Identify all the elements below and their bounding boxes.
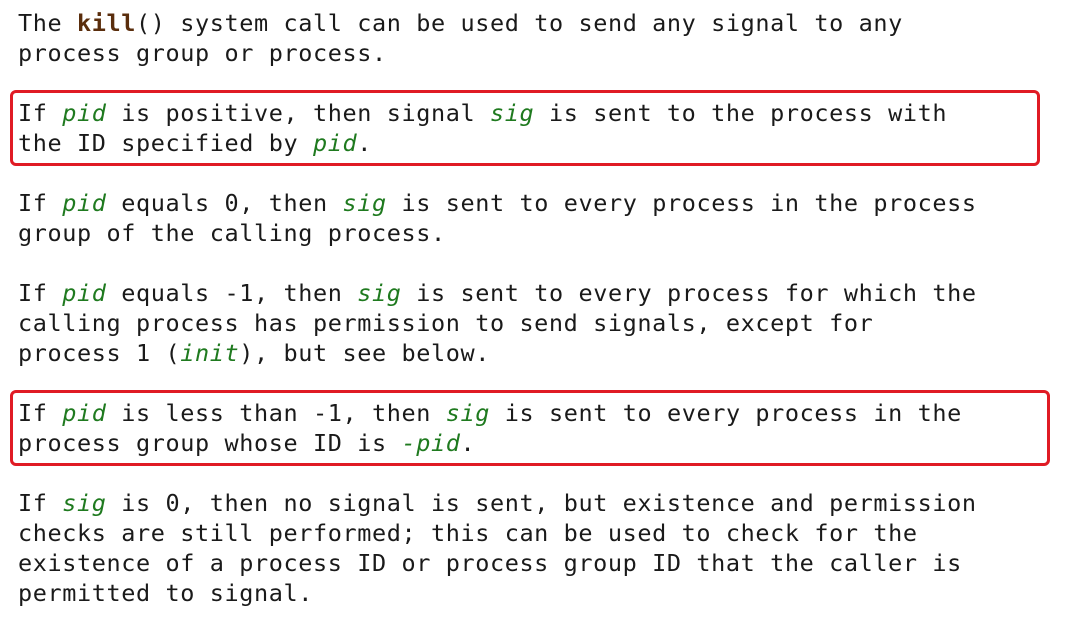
pid-argument: pid — [312, 129, 358, 157]
pid-argument: pid — [62, 189, 107, 217]
sig-argument: sig — [489, 99, 535, 127]
intro-paragraph: The kill() system call can be used to se… — [18, 8, 1068, 68]
p4-text-d: process group whose ID is — [18, 429, 402, 457]
negative-pid-paragraph: If pid is less than -1, then sig is sent… — [10, 390, 1068, 466]
p2-text-a: If — [18, 189, 63, 217]
p1-text-b: is positive, then signal — [106, 99, 490, 127]
p3-text-f: ), but see below. — [239, 339, 490, 367]
p5-text-a: If — [18, 489, 63, 517]
p1-text-a: If — [18, 99, 63, 127]
intro-line1-rest: () system call can be used to send any s… — [136, 9, 903, 37]
zero-pid-paragraph: If pid equals 0, then sig is sent to eve… — [18, 188, 1068, 248]
p3-text-b: equals -1, then — [106, 279, 358, 307]
kill-function-name: kill — [77, 9, 136, 37]
pid-argument: pid — [62, 99, 107, 127]
intro-line2: process group or process. — [18, 39, 387, 67]
init-argument: init — [180, 339, 240, 367]
p1-text-e: . — [357, 129, 372, 157]
p2-text-d: group of the calling process. — [18, 219, 446, 247]
sig-argument: sig — [445, 399, 490, 427]
p4-text-c: is sent to every process in the — [489, 399, 962, 427]
p3-text-e: process 1 ( — [18, 339, 181, 367]
p1-text-d: the ID specified by — [18, 129, 313, 157]
minus-one-pid-paragraph: If pid equals -1, then sig is sent to ev… — [18, 278, 1068, 368]
p5-text-d: existence of a process ID or process gro… — [18, 549, 962, 577]
sig-argument: sig — [357, 279, 402, 307]
negative-pid-argument: -pid — [401, 429, 461, 457]
p4-text-e: . — [460, 429, 476, 457]
p3-text-c: is sent to every process for which the — [401, 279, 977, 307]
intro-prefix: The — [18, 9, 77, 37]
p2-text-b: equals 0, then — [106, 189, 343, 217]
p4-text-a: If — [18, 399, 63, 427]
positive-pid-paragraph: If pid is positive, then signal sig is s… — [10, 90, 1068, 166]
p1-text-c: is sent to the process with — [534, 99, 948, 127]
man-page-excerpt: The kill() system call can be used to se… — [10, 8, 1068, 608]
p3-text-d: calling process has permission to send s… — [18, 309, 874, 337]
zero-sig-paragraph: If sig is 0, then no signal is sent, but… — [18, 488, 1068, 608]
p5-text-e: permitted to signal. — [18, 579, 313, 607]
pid-argument: pid — [62, 399, 107, 427]
pid-argument: pid — [62, 279, 107, 307]
sig-argument: sig — [62, 489, 107, 517]
p2-text-c: is sent to every process in the process — [386, 189, 977, 217]
p5-text-c: checks are still performed; this can be … — [18, 519, 918, 547]
p4-text-b: is less than -1, then — [106, 399, 446, 427]
p5-text-b: is 0, then no signal is sent, but existe… — [106, 489, 977, 517]
sig-argument: sig — [342, 189, 387, 217]
p3-text-a: If — [18, 279, 63, 307]
